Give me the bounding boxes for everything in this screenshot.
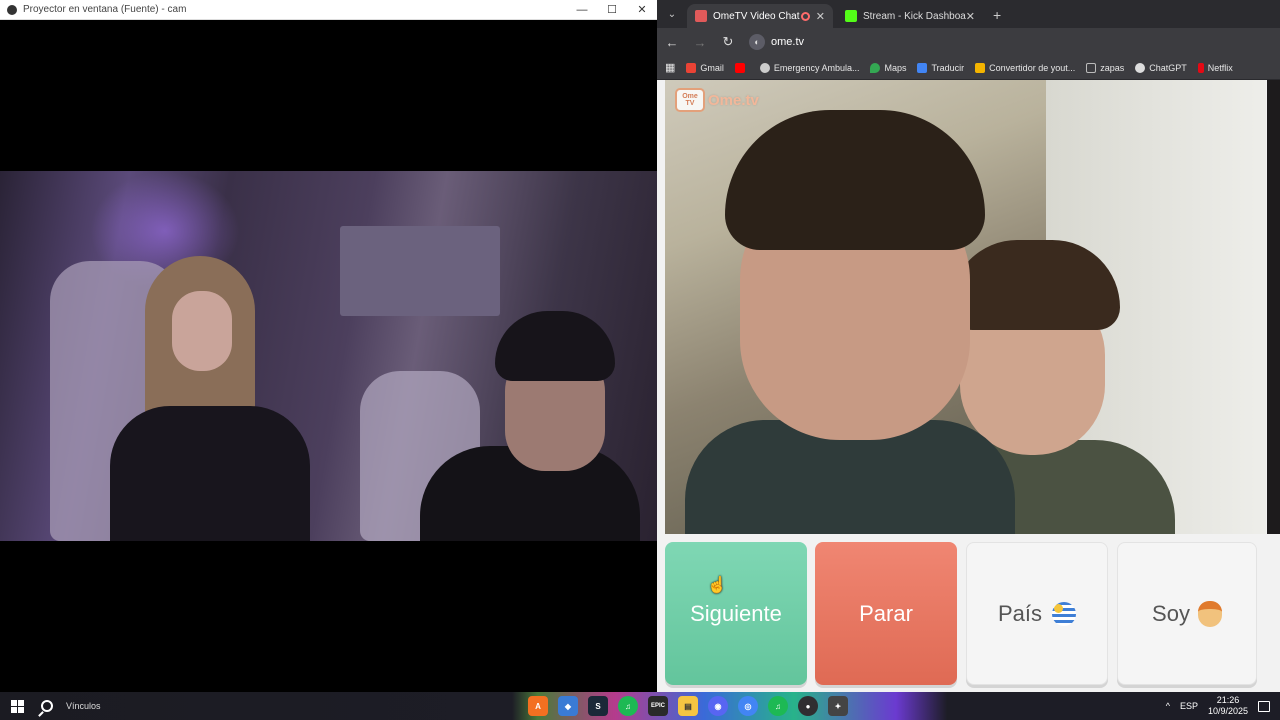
links-toolbar-label[interactable]: Vínculos [66,701,101,711]
windows-logo-icon [10,699,24,713]
url-text[interactable]: ome.tv [771,36,804,48]
spotify-icon[interactable]: ♫ [618,696,638,716]
spotify-icon-2[interactable]: ♫ [768,696,788,716]
bookmark-gmail[interactable]: Gmail [686,62,724,73]
site-info-icon[interactable]: ◐ [749,34,765,50]
country-button[interactable]: País [966,542,1108,685]
obs-projector-window: Proyector en ventana (Fuente) - cam — ☐ … [0,0,657,692]
bookmark-emergency[interactable]: Emergency Ambula... [759,62,859,73]
search-icon [41,700,53,712]
obs-icon[interactable]: ● [798,696,818,716]
obs-preview-canvas [0,21,657,692]
system-tray: ^ ESP 21:26 10/9/2025 [1166,692,1280,720]
steam-icon[interactable]: S [588,696,608,716]
windows-taskbar: Vínculos A ◆ S ♫ EPIC ▤ ◉ ◎ ♫ ● ✦ ^ ESP … [0,692,1280,720]
recording-icon [800,11,810,21]
tab-strip: ⌄ OmeTV Video Chat — Ome ✕ Stream - Kick… [657,0,1280,28]
netflix-icon [1197,62,1204,73]
remote-video: Ome TV Ome.tv [665,80,1266,534]
remote-person-1 [685,110,1015,534]
chatgpt-icon [1135,62,1146,73]
blue-app-icon[interactable]: ◆ [558,696,578,716]
forward-button[interactable]: → [693,35,707,50]
reload-button[interactable]: ↻ [721,34,735,50]
bookmark-traducir[interactable]: Traducir [917,62,964,73]
file-explorer-icon[interactable]: ▤ [678,696,698,716]
chevron-up-icon[interactable]: ^ [1166,701,1170,711]
globe-icon [759,62,770,73]
browser-window: ⌄ OmeTV Video Chat — Ome ✕ Stream - Kick… [657,0,1280,692]
ometv-page: Ome TV Ome.tv Siguiente ☝ Parar País Soy [657,80,1280,692]
woman-emoji-icon [1197,600,1222,627]
bookmark-netflix[interactable]: Netflix [1197,62,1233,73]
tab-label: OmeTV Video Chat — Ome [713,10,801,22]
gender-button[interactable]: Soy [1117,542,1257,685]
converter-icon [975,62,986,73]
side-video-edge [1267,80,1280,534]
ometv-logo: Ome TV Ome.tv [675,88,759,112]
pinned-apps: A ◆ S ♫ EPIC ▤ ◉ ◎ ♫ ● ✦ [528,696,848,716]
apps-grid-icon[interactable]: ▦ [665,61,675,74]
obs-titlebar[interactable]: Proyector en ventana (Fuente) - cam — ☐ … [0,0,657,20]
tab-close-icon[interactable]: ✕ [816,10,825,23]
address-bar[interactable]: ◐ ome.tv [749,34,804,50]
back-button[interactable]: ← [665,35,679,50]
ometv-wordmark: Ome.tv [708,91,759,109]
notification-icon[interactable] [1258,700,1270,712]
webcam-feed [0,171,657,541]
streamer-person-1 [110,256,310,541]
obs-window-title: Proyector en ventana (Fuente) - cam [23,4,187,15]
clock[interactable]: 21:26 10/9/2025 [1208,695,1248,717]
start-button[interactable] [0,692,34,720]
tab-label: Stream - Kick Dashboard [863,10,966,22]
tab-ometv[interactable]: OmeTV Video Chat — Ome ✕ [687,4,833,28]
stop-button[interactable]: Parar [815,542,957,685]
bookmark-zapas[interactable]: zapas [1086,62,1124,73]
youtube-icon [734,62,745,73]
clock-time: 21:26 [1216,695,1240,705]
kick-favicon-icon [845,10,857,22]
epic-games-icon[interactable]: EPIC [648,696,668,716]
close-button[interactable]: ✕ [627,3,657,16]
browser-toolbar: ← → ↻ ◐ ome.tv [657,28,1280,56]
bookmark-convertidor[interactable]: Convertidor de yout... [975,62,1075,73]
ometv-badge-icon: Ome TV [675,88,705,112]
hand-cursor-icon: ☝ [707,577,727,594]
bookmark-maps[interactable]: Maps [870,62,906,73]
bookmark-chatgpt[interactable]: ChatGPT [1135,62,1187,73]
maps-icon [870,62,881,73]
obs-logo-icon [7,4,17,15]
language-indicator[interactable]: ESP [1180,701,1198,711]
avast-icon[interactable]: A [528,696,548,716]
tab-list-button[interactable]: ⌄ [661,3,683,25]
bookmarks-bar: ▦ Gmail Emergency Ambula... Maps Traduci… [657,56,1280,80]
discord-icon[interactable]: ◉ [708,696,728,716]
taskbar-search-button[interactable] [34,692,60,720]
next-button[interactable]: Siguiente ☝ [665,542,807,685]
folder-icon [1086,62,1097,73]
maximize-button[interactable]: ☐ [597,3,627,16]
gmail-icon [686,62,697,73]
tab-close-icon[interactable]: ✕ [966,10,975,23]
misc-app-icon[interactable]: ✦ [828,696,848,716]
translate-icon [917,62,928,73]
minimize-button[interactable]: — [567,4,597,16]
new-tab-button[interactable]: + [993,7,1001,23]
clock-date: 10/9/2025 [1207,706,1248,716]
streamer-person-2 [420,311,640,541]
chat-controls: Siguiente ☝ Parar País Soy [665,542,1280,692]
background-shelf [340,226,500,316]
chrome-icon[interactable]: ◎ [738,696,758,716]
ometv-favicon-icon [695,10,707,22]
bookmark-youtube[interactable] [734,62,749,73]
tab-kick-dashboard[interactable]: Stream - Kick Dashboard ✕ [837,4,983,28]
uruguay-flag-icon [1052,601,1077,626]
